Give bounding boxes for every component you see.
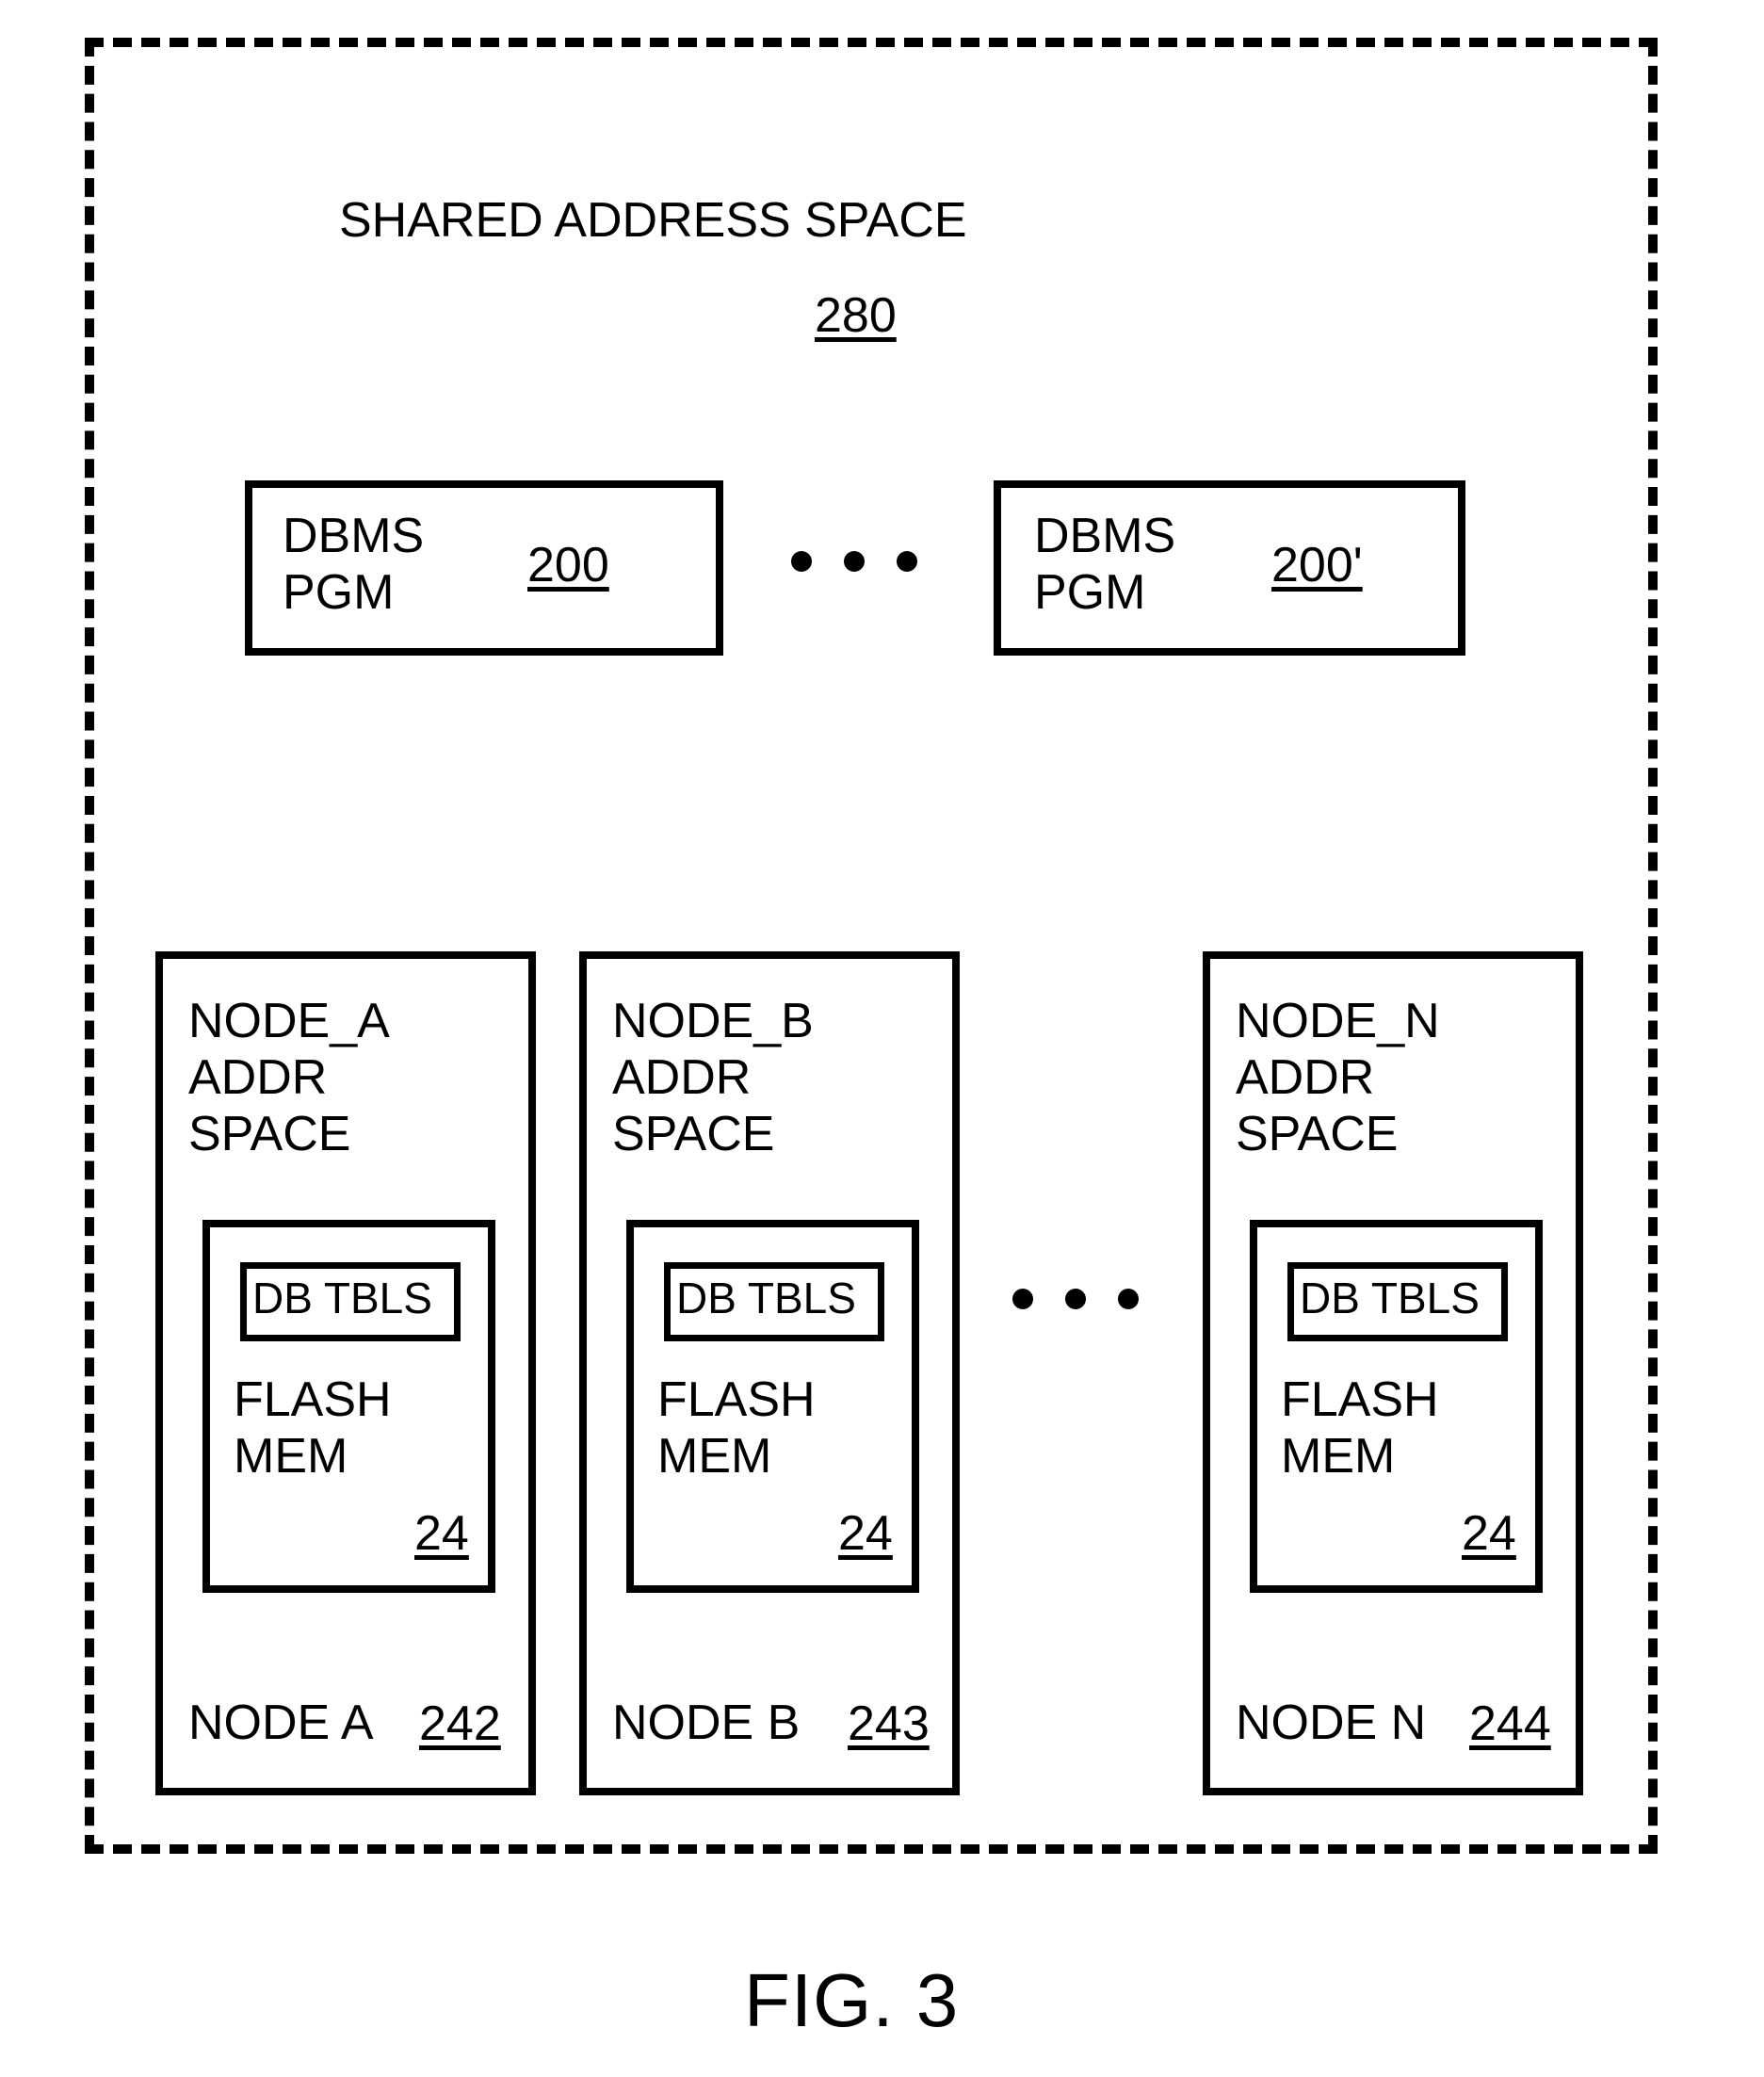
diagram-canvas: SHARED ADDRESS SPACE 280 DBMS PGM 200 DB… — [0, 0, 1764, 2077]
dbms-pgm-right-ref: 200' — [1271, 537, 1363, 593]
node-a-flash-ref: 24 — [414, 1505, 469, 1562]
node-a-footer-name: NODE A — [188, 1696, 374, 1752]
dbms-pgm-right-label: DBMS PGM — [1034, 509, 1175, 622]
shared-address-ref: 280 — [815, 287, 897, 344]
dot-icon — [844, 551, 865, 572]
node-b-footer-ref: 243 — [848, 1696, 930, 1752]
node-b-title: NODE_B ADDR SPACE — [612, 994, 814, 1162]
node-a-footer-ref: 242 — [419, 1696, 501, 1752]
node-b-footer-name: NODE B — [612, 1696, 800, 1752]
node-a-title: NODE_A ADDR SPACE — [188, 994, 390, 1162]
node-b-dbtbls-label: DB TBLS — [676, 1274, 856, 1323]
node-n-flash-label: FLASH MEM — [1281, 1372, 1439, 1485]
node-a-dbtbls-label: DB TBLS — [252, 1274, 432, 1323]
dbms-pgm-left-ref: 200 — [527, 537, 609, 593]
node-n-flash-ref: 24 — [1462, 1505, 1516, 1562]
dot-icon — [1118, 1289, 1139, 1309]
dot-icon — [897, 551, 917, 572]
node-ellipsis — [1012, 1289, 1139, 1309]
node-b-flash-label: FLASH MEM — [657, 1372, 816, 1485]
shared-address-title: SHARED ADDRESS SPACE — [339, 193, 967, 250]
node-n-footer-ref: 244 — [1469, 1696, 1551, 1752]
node-n-title: NODE_N ADDR SPACE — [1236, 994, 1440, 1162]
dot-icon — [1065, 1289, 1086, 1309]
pgm-ellipsis — [791, 551, 917, 572]
figure-label: FIG. 3 — [744, 1957, 959, 2044]
node-b-flash-ref: 24 — [838, 1505, 893, 1562]
node-n-dbtbls-label: DB TBLS — [1300, 1274, 1480, 1323]
dbms-pgm-left-label: DBMS PGM — [283, 509, 424, 622]
node-a-flash-label: FLASH MEM — [234, 1372, 392, 1485]
dot-icon — [791, 551, 812, 572]
dot-icon — [1012, 1289, 1033, 1309]
node-n-footer-name: NODE N — [1236, 1696, 1426, 1752]
